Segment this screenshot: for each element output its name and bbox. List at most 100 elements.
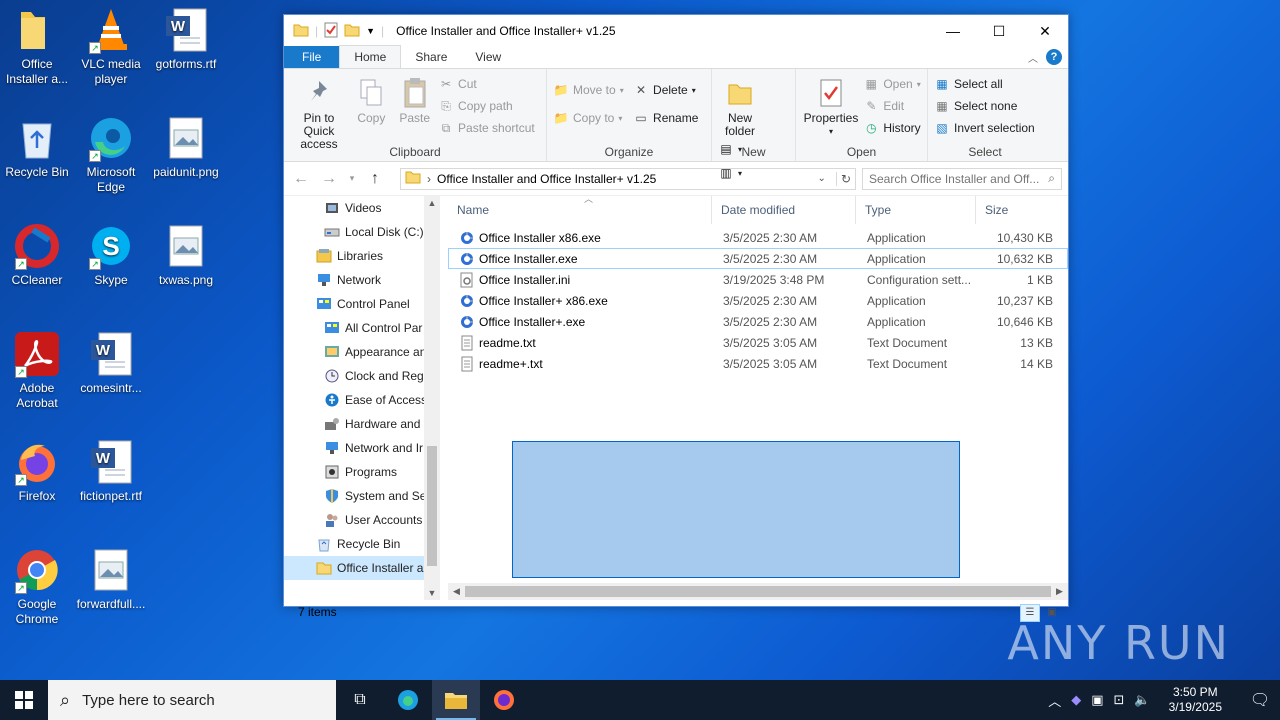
desktop-icon[interactable]: S ↗ Skype [74, 222, 148, 288]
tab-share[interactable]: Share [401, 46, 461, 68]
task-view-button[interactable]: ⧉ [336, 680, 384, 720]
network-icon[interactable]: ⊡ [1114, 692, 1125, 708]
properties-qat-icon[interactable] [324, 22, 338, 41]
file-row[interactable]: readme+.txt 3/5/2025 3:05 AM Text Document… [448, 353, 1068, 374]
desktop-icon[interactable]: paidunit.png [149, 114, 223, 180]
easy-access-button[interactable]: ▥ ▾ [718, 164, 742, 182]
taskbar-firefox[interactable] [480, 680, 528, 720]
details-view-icon[interactable]: ☰ [1020, 604, 1040, 622]
nav-item[interactable]: System and Sec [284, 484, 440, 508]
desktop-icon[interactable]: ↗ Google Chrome [0, 546, 74, 627]
desktop-icon[interactable]: Recycle Bin [0, 114, 74, 180]
scroll-left-icon[interactable]: ◀ [448, 583, 465, 600]
paste-button[interactable]: Paste [395, 73, 435, 125]
nav-item[interactable]: Hardware and [284, 412, 440, 436]
large-icons-view-icon[interactable]: ▣ [1042, 604, 1062, 622]
forward-button[interactable]: → [318, 170, 340, 188]
desktop-icon[interactable]: ↗ Adobe Acrobat [0, 330, 74, 411]
refresh-icon[interactable]: ↻ [835, 171, 855, 186]
file-row[interactable]: Office Installer x86.exe 3/5/2025 2:30 AM… [448, 227, 1068, 248]
file-row[interactable]: Office Installer+ x86.exe 3/5/2025 2:30 A… [448, 290, 1068, 311]
nav-item[interactable]: Ease of Access [284, 388, 440, 412]
select-all-button[interactable]: ▦ Select all [934, 75, 1035, 93]
search-icon[interactable]: ⌕ [1048, 171, 1055, 186]
delete-button[interactable]: ✕ Delete ▾ [633, 81, 698, 99]
nav-item[interactable]: Clock and Regi [284, 364, 440, 388]
column-date-modified[interactable]: Date modified [712, 196, 856, 224]
tab-file[interactable]: File [284, 46, 340, 68]
rename-button[interactable]: ▭ Rename [633, 109, 698, 127]
file-row[interactable]: readme.txt 3/5/2025 3:05 AM Text Document 1… [448, 332, 1068, 353]
invert-selection-button[interactable]: ▧ Invert selection [934, 119, 1034, 137]
desktop-icon[interactable]: forwardfull.... [74, 546, 148, 612]
copy-to-button[interactable]: 📁 Copy to ▾ [553, 109, 624, 127]
file-row[interactable]: Office Installer+.exe 3/5/2025 2:30 AM App… [448, 311, 1068, 332]
volume-icon[interactable]: 🔈 [1134, 692, 1150, 708]
start-button[interactable] [0, 680, 48, 720]
clock[interactable]: 3:50 PM 3/19/2025 [1161, 685, 1230, 715]
copy-button[interactable]: Copy [351, 73, 391, 125]
maximize-button[interactable]: ☐ [976, 15, 1022, 47]
new-folder-button[interactable]: New folder [718, 73, 762, 138]
move-to-button[interactable]: 📁 Move to ▾ [553, 81, 624, 99]
meet-now-icon[interactable]: ▣ [1091, 692, 1103, 708]
file-row[interactable]: Office Installer.ini 3/19/2025 3:48 PM Con… [448, 269, 1068, 290]
nav-item[interactable]: Appearance an [284, 340, 440, 364]
nav-scroll-thumb[interactable] [427, 446, 437, 566]
recent-locations-button[interactable]: ▾ [346, 173, 358, 184]
nav-scrollbar[interactable]: ▲ ▼ [424, 196, 440, 600]
tab-home[interactable]: Home [339, 45, 402, 68]
file-row[interactable]: Office Installer.exe 3/5/2025 2:30 AM Appl… [448, 248, 1068, 269]
tab-view[interactable]: View [461, 46, 515, 68]
customize-qat-icon[interactable]: ▼ [366, 26, 375, 36]
taskbar-edge[interactable] [384, 680, 432, 720]
taskbar-search[interactable]: ⌕ Type here to search [48, 680, 336, 720]
history-button[interactable]: ◷ History [863, 119, 921, 137]
pin-quick-access-button[interactable]: Pin to Quick access [290, 73, 348, 151]
new-folder-qat-icon[interactable] [344, 23, 360, 40]
nav-item[interactable]: Network and Ir [284, 436, 440, 460]
nav-item[interactable]: Recycle Bin [284, 532, 440, 556]
address-dropdown-icon[interactable]: ⌄ [814, 173, 830, 184]
column-type[interactable]: Type [856, 196, 976, 224]
horizontal-scroll-thumb[interactable] [465, 586, 1051, 597]
horizontal-scrollbar[interactable]: ◀ ▶ [448, 583, 1068, 600]
paste-shortcut-button[interactable]: ⧉ Paste shortcut [438, 119, 535, 137]
nav-item[interactable]: All Control Par [284, 316, 440, 340]
nav-item[interactable]: Control Panel [284, 292, 440, 316]
select-none-button[interactable]: ▦ Select none [934, 97, 1035, 115]
address-field[interactable]: › Office Installer and Office Installer+… [400, 167, 856, 190]
nav-item[interactable]: Libraries [284, 244, 440, 268]
nav-item[interactable]: Videos [284, 196, 440, 220]
minimize-button[interactable]: — [930, 15, 976, 47]
desktop-icon[interactable]: ↗ Microsoft Edge [74, 114, 148, 195]
edit-button[interactable]: ✎ Edit [863, 97, 920, 115]
action-center-button[interactable]: 🗨 [1240, 680, 1280, 720]
desktop-icon[interactable]: Office Installer a... [0, 6, 74, 87]
desktop-icon[interactable]: ↗ Firefox [0, 438, 74, 504]
desktop-icon[interactable]: Wcomesintr... [74, 330, 148, 396]
copy-path-button[interactable]: ⎘ Copy path [438, 97, 535, 115]
nav-item[interactable]: User Accounts [284, 508, 440, 532]
show-hidden-icons-icon[interactable]: ︿ [1048, 691, 1061, 710]
help-icon[interactable]: ? [1046, 49, 1062, 65]
search-input[interactable] [869, 171, 1049, 186]
desktop-icon[interactable]: Wgotforms.rtf [149, 6, 223, 72]
cortana-icon[interactable]: ◆ [1071, 692, 1081, 708]
open-button[interactable]: ▦ Open ▾ [863, 75, 921, 93]
column-size[interactable]: Size [976, 196, 1052, 224]
desktop-icon[interactable]: txwas.png [149, 222, 223, 288]
nav-item[interactable]: Office Installer a [284, 556, 440, 580]
nav-item[interactable]: Programs [284, 460, 440, 484]
nav-item[interactable]: Network [284, 268, 440, 292]
up-button[interactable]: ↑ [364, 170, 386, 188]
scroll-right-icon[interactable]: ▶ [1051, 583, 1068, 600]
title-bar[interactable]: | ▼ | Office Installer and Office Instal… [284, 15, 1068, 47]
close-button[interactable]: ✕ [1022, 15, 1068, 47]
back-button[interactable]: ← [290, 170, 312, 188]
desktop-icon[interactable]: ↗ VLC media player [74, 6, 148, 87]
taskbar-file-explorer[interactable] [432, 680, 480, 720]
column-name[interactable]: Name [448, 196, 712, 224]
scroll-up-icon[interactable]: ▲ [424, 198, 440, 208]
desktop-icon[interactable]: Wfictionpet.rtf [74, 438, 148, 504]
